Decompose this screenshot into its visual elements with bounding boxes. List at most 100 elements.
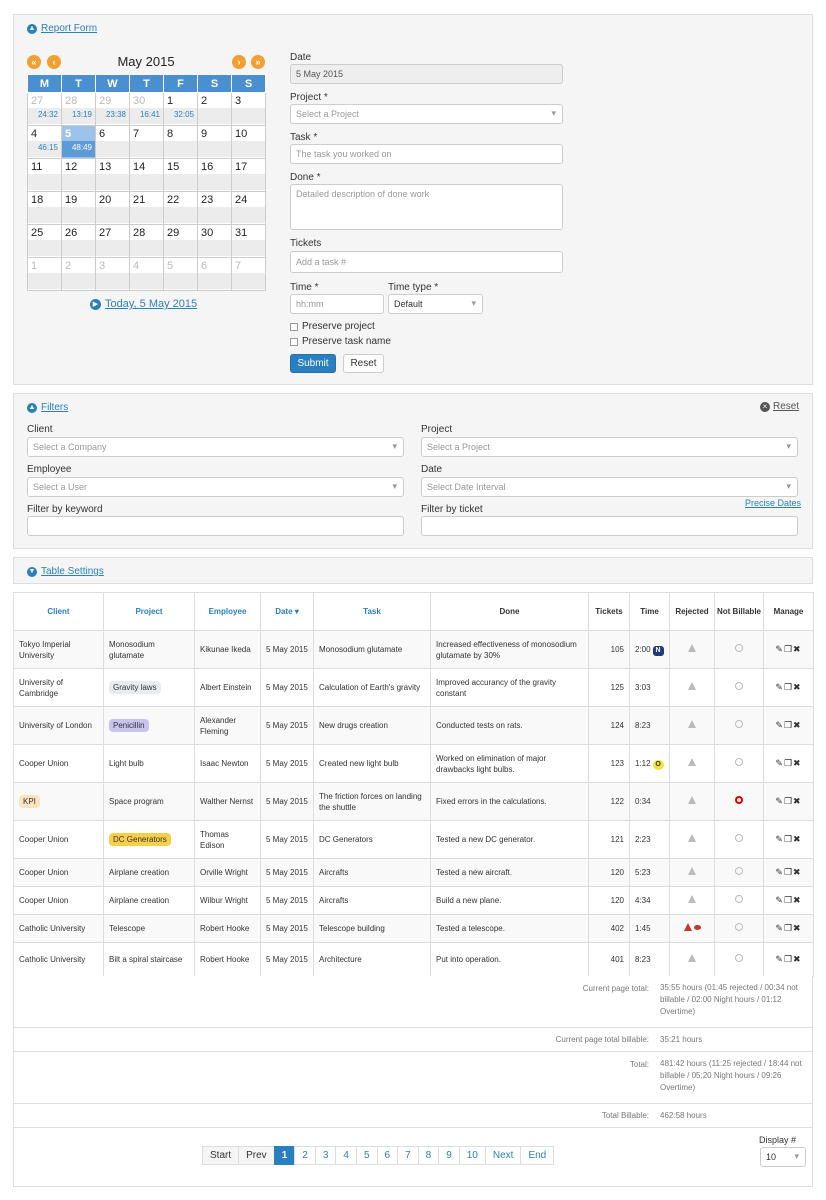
column-header[interactable]: Task — [313, 592, 431, 631]
delete-icon[interactable]: ✖ — [793, 895, 801, 906]
cell-rejected[interactable] — [669, 914, 715, 943]
calendar-day[interactable]: 7 — [129, 125, 164, 159]
calendar-day[interactable]: 17 — [231, 158, 266, 192]
delete-icon[interactable]: ✖ — [793, 923, 801, 934]
column-header[interactable]: Date ▾ — [260, 592, 314, 631]
page-button[interactable]: 3 — [314, 1146, 337, 1165]
project-select[interactable]: Select a Project — [290, 104, 563, 124]
copy-icon[interactable]: ❐ — [784, 644, 792, 655]
column-header[interactable]: Project — [103, 592, 195, 631]
page-button[interactable]: 7 — [397, 1146, 419, 1165]
edit-icon[interactable]: ✎ — [775, 644, 783, 655]
next-year-icon[interactable]: » — [251, 55, 265, 69]
page-button[interactable]: 9 — [438, 1146, 460, 1165]
calendar-day[interactable]: 24 — [231, 191, 266, 225]
filters-reset-link[interactable]: × Reset — [760, 401, 799, 412]
date-filter-select[interactable]: Select Date Interval — [421, 477, 798, 497]
cell-not-billable[interactable] — [714, 668, 764, 707]
calendar-day[interactable]: 11 — [27, 158, 62, 192]
cell-not-billable[interactable] — [714, 782, 764, 821]
page-prev-button[interactable]: Prev — [238, 1146, 275, 1165]
keyword-filter-input[interactable] — [27, 516, 404, 536]
cell-not-billable[interactable] — [714, 914, 764, 943]
cell-not-billable[interactable] — [714, 706, 764, 745]
calendar-day[interactable]: 13 — [95, 158, 130, 192]
cell-rejected[interactable] — [669, 820, 715, 859]
cell-not-billable[interactable] — [714, 744, 764, 783]
cell-rejected[interactable] — [669, 782, 715, 821]
calendar-day[interactable]: 15 — [163, 158, 198, 192]
calendar-day[interactable]: 26 — [61, 224, 96, 258]
edit-icon[interactable]: ✎ — [775, 834, 783, 845]
calendar-day[interactable]: 4 — [129, 257, 164, 291]
copy-icon[interactable]: ❐ — [784, 834, 792, 845]
task-input[interactable]: The task you worked on — [290, 144, 563, 164]
edit-icon[interactable]: ✎ — [775, 720, 783, 731]
calendar-day[interactable]: 30 — [197, 224, 232, 258]
page-button[interactable]: 4 — [335, 1146, 357, 1165]
edit-icon[interactable]: ✎ — [775, 895, 783, 906]
cell-rejected[interactable] — [669, 858, 715, 887]
cell-not-billable[interactable] — [714, 942, 764, 977]
page-end-button[interactable]: End — [520, 1146, 555, 1165]
prev-year-icon[interactable]: « — [27, 55, 41, 69]
calendar-day[interactable]: 3 — [95, 257, 130, 291]
calendar-day[interactable]: 9 — [197, 125, 232, 159]
preserve-task-checkbox[interactable] — [290, 337, 298, 346]
copy-icon[interactable]: ❐ — [784, 923, 792, 934]
edit-icon[interactable]: ✎ — [775, 796, 783, 807]
client-filter-select[interactable]: Select a Company — [27, 437, 404, 457]
calendar-day[interactable]: 29 — [163, 224, 198, 258]
project-filter-select[interactable]: Select a Project — [421, 437, 798, 457]
calendar-day[interactable]: 29 23:38 — [95, 92, 130, 126]
calendar-day[interactable]: 20 — [95, 191, 130, 225]
page-button[interactable]: 5 — [355, 1146, 378, 1165]
calendar-day[interactable]: 6 — [197, 257, 232, 291]
delete-icon[interactable]: ✖ — [793, 758, 801, 769]
cell-rejected[interactable] — [669, 706, 715, 745]
cell-not-billable[interactable] — [714, 858, 764, 887]
calendar-day[interactable]: 4 46:15 — [27, 125, 62, 159]
submit-button[interactable]: Submit — [290, 354, 336, 373]
calendar-day[interactable]: 1 32:05 — [163, 92, 198, 126]
edit-icon[interactable]: ✎ — [775, 867, 783, 878]
calendar-day[interactable]: 14 — [129, 158, 164, 192]
calendar-day[interactable]: 2 — [61, 257, 96, 291]
copy-icon[interactable]: ❐ — [784, 867, 792, 878]
calendar-day[interactable]: 8 — [163, 125, 198, 159]
delete-icon[interactable]: ✖ — [793, 796, 801, 807]
cell-rejected[interactable] — [669, 886, 715, 915]
reset-button[interactable]: Reset — [343, 354, 384, 373]
calendar-day[interactable]: 28 13:19 — [61, 92, 96, 126]
edit-icon[interactable]: ✎ — [775, 682, 783, 693]
copy-icon[interactable]: ❐ — [784, 796, 792, 807]
calendar-day[interactable]: 28 — [129, 224, 164, 258]
cell-rejected[interactable] — [669, 942, 715, 977]
cell-not-billable[interactable] — [714, 820, 764, 859]
tickets-input[interactable]: Add a task # — [290, 251, 563, 273]
calendar-day[interactable]: 23 — [197, 191, 232, 225]
page-button[interactable]: 2 — [294, 1146, 316, 1165]
cell-not-billable[interactable] — [714, 886, 764, 915]
calendar-day[interactable]: 6 — [95, 125, 130, 159]
next-month-icon[interactable]: › — [232, 55, 246, 69]
edit-icon[interactable]: ✎ — [775, 758, 783, 769]
edit-icon[interactable]: ✎ — [775, 954, 783, 965]
report-form-toggle[interactable]: ▲ Report Form — [27, 23, 97, 34]
page-next-button[interactable]: Next — [484, 1146, 522, 1165]
employee-filter-select[interactable]: Select a User — [27, 477, 404, 497]
calendar-day[interactable]: 2 — [197, 92, 232, 126]
calendar-day[interactable]: 16 — [197, 158, 232, 192]
delete-icon[interactable]: ✖ — [793, 682, 801, 693]
copy-icon[interactable]: ❐ — [784, 758, 792, 769]
calendar-day[interactable]: 7 — [231, 257, 266, 291]
delete-icon[interactable]: ✖ — [793, 867, 801, 878]
preserve-task-row[interactable]: Preserve task name — [290, 336, 391, 347]
column-header[interactable]: Employee — [194, 592, 261, 631]
calendar-day[interactable]: 18 — [27, 191, 62, 225]
table-settings-toggle[interactable]: ▼ Table Settings — [27, 566, 104, 577]
prev-month-icon[interactable]: ‹ — [47, 55, 61, 69]
calendar-day[interactable]: 27 — [95, 224, 130, 258]
calendar-day[interactable]: 5 — [163, 257, 198, 291]
done-textarea[interactable]: Detailed description of done work — [290, 184, 563, 230]
